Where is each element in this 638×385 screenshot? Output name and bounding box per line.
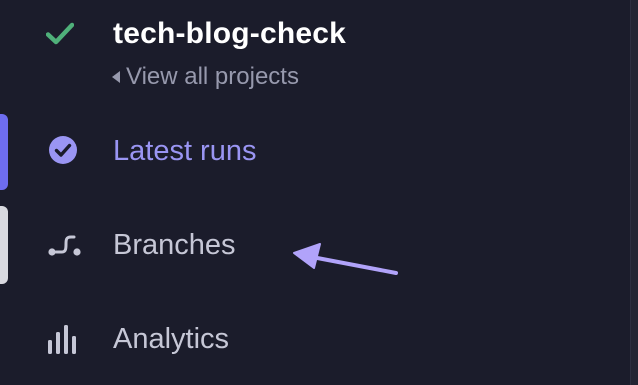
caret-left-icon bbox=[112, 71, 120, 83]
nav-label-analytics: Analytics bbox=[113, 323, 230, 355]
branch-icon bbox=[48, 235, 81, 256]
check-circle-icon bbox=[49, 136, 77, 164]
hover-indicator bbox=[0, 206, 8, 284]
sidebar-right-edge bbox=[630, 0, 638, 385]
view-all-projects-label: View all projects bbox=[126, 63, 299, 90]
view-all-projects-link[interactable]: View all projects bbox=[112, 62, 299, 92]
bar-chart-icon bbox=[48, 325, 76, 354]
project-header: tech-blog-check View all projects bbox=[0, 0, 630, 100]
nav-label-branches: Branches bbox=[113, 229, 236, 261]
nav-label-latest-runs: Latest runs bbox=[113, 135, 257, 167]
active-indicator bbox=[0, 114, 8, 190]
nav-item-branches[interactable]: Branches bbox=[0, 206, 630, 284]
nav-item-analytics[interactable]: Analytics bbox=[0, 300, 630, 376]
project-name: tech-blog-check bbox=[113, 17, 347, 50]
check-icon bbox=[46, 22, 74, 45]
nav-item-latest-runs[interactable]: Latest runs bbox=[0, 114, 630, 190]
